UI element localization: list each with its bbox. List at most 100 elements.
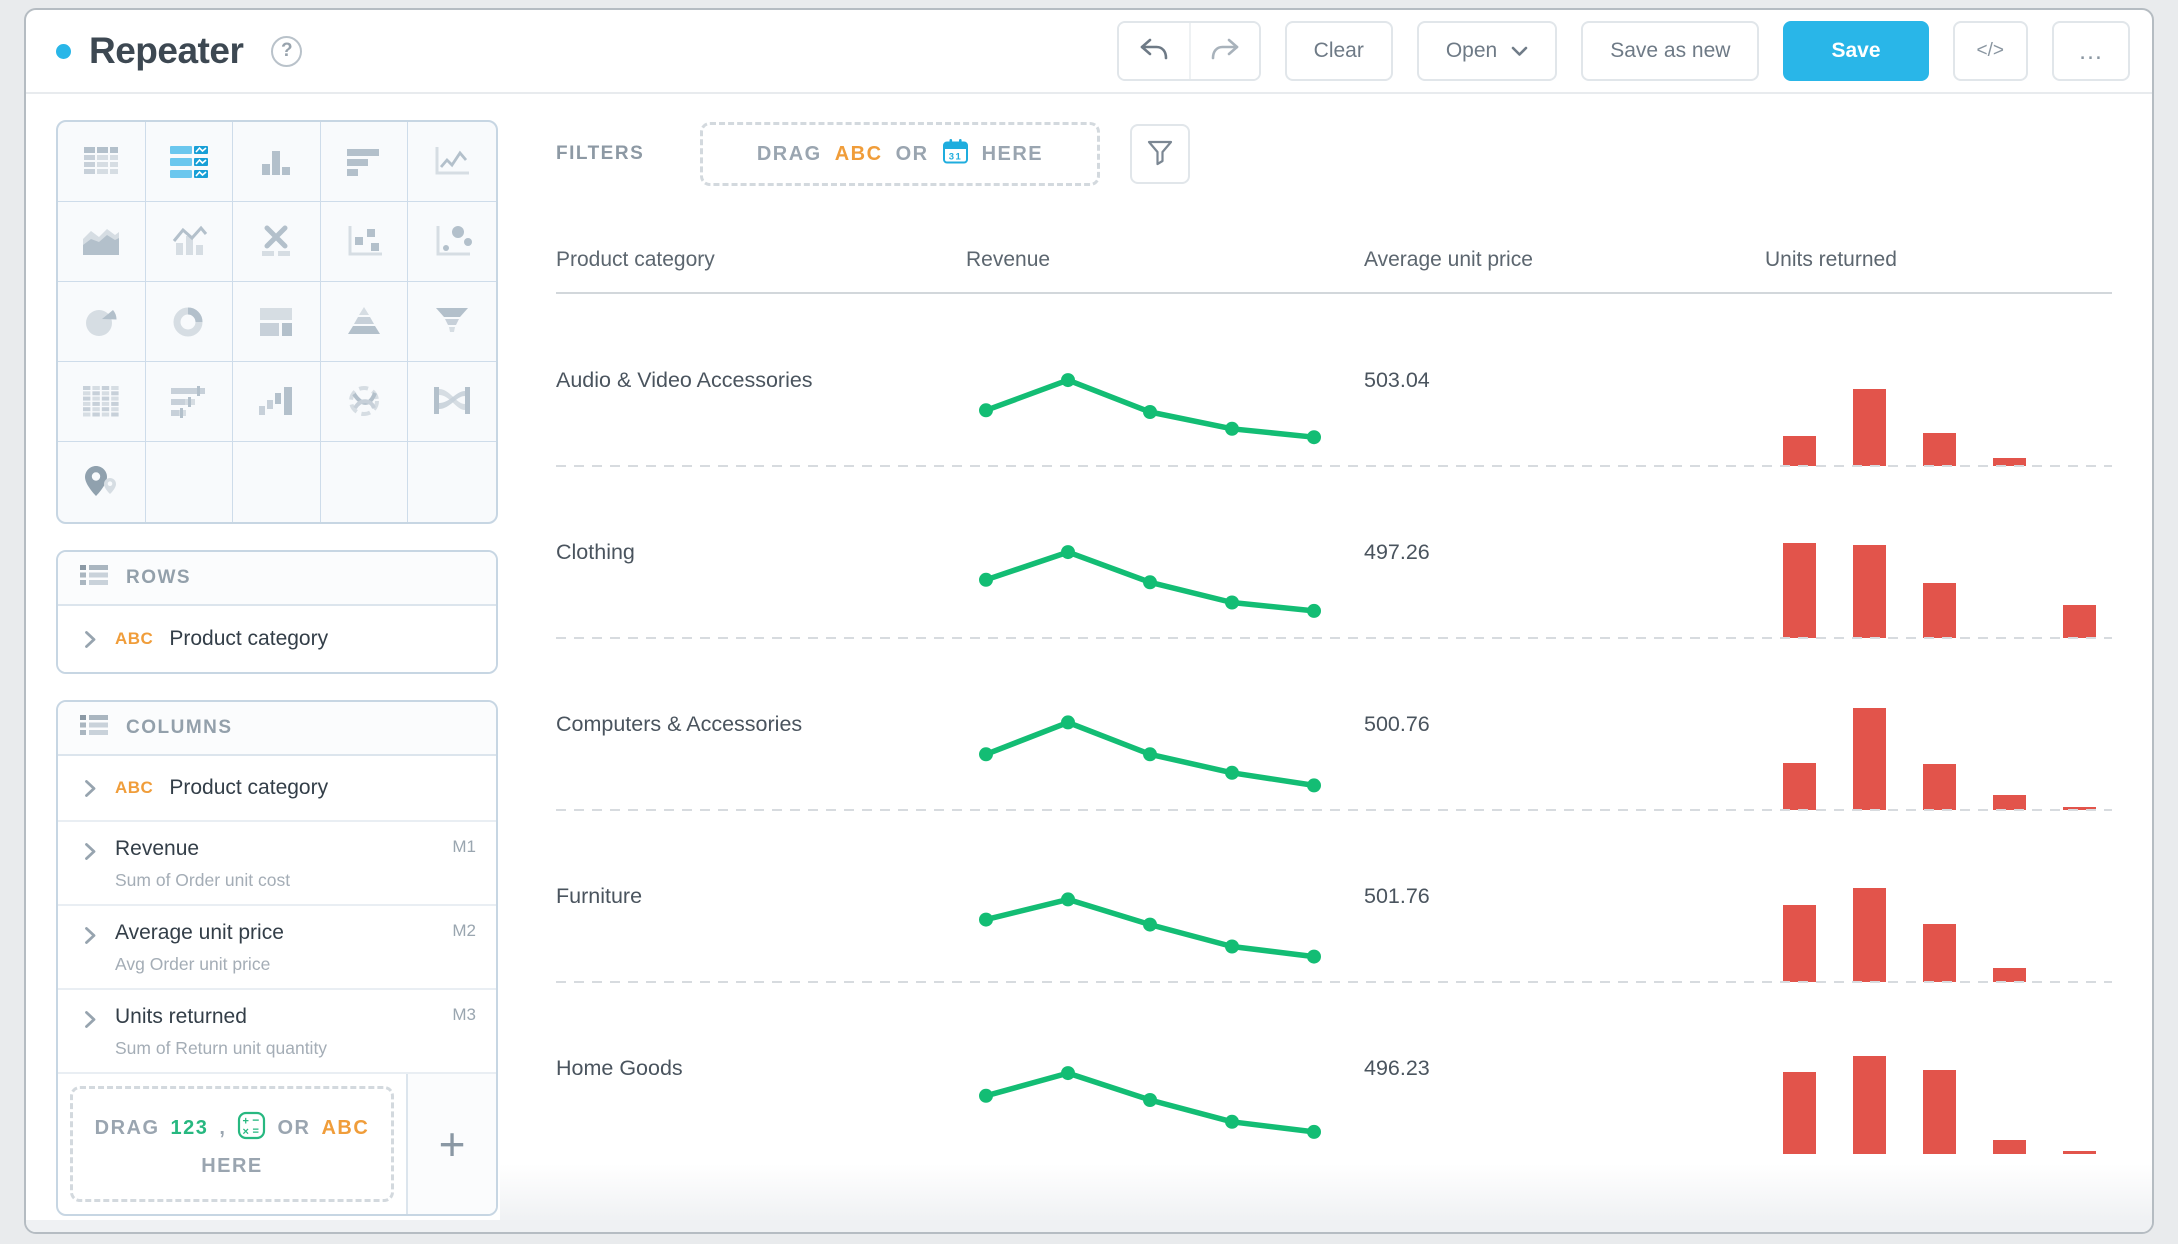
chart-type-pie-chart[interactable] (58, 282, 146, 362)
funnel-icon (430, 304, 474, 340)
avg-price-cell: 496.23 (1364, 1055, 1430, 1080)
line-sparkline-chart[interactable] (970, 1050, 1322, 1150)
status-dot-icon (56, 43, 71, 59)
add-metric-button[interactable]: + (406, 1074, 496, 1214)
chevron-right-icon (84, 926, 97, 945)
column-header: Revenue (966, 248, 1051, 271)
bar (1993, 968, 2026, 982)
chart-type-funnel[interactable] (408, 282, 496, 362)
chart-type-sankey[interactable] (408, 362, 496, 442)
table-row: Furniture 501.76 (556, 810, 2112, 983)
calendar-icon: 31 (942, 138, 969, 171)
units-returned-bar-chart[interactable] (1783, 354, 2096, 466)
units-returned-bar-chart[interactable] (1783, 1042, 2096, 1154)
line-sparkline-chart[interactable] (970, 362, 1322, 462)
clear-button[interactable]: Clear (1284, 21, 1393, 81)
filter-drop-zone[interactable]: DRAG ABC OR 31 HERE (700, 122, 1100, 186)
table-row: Home Goods 496.23 (556, 982, 2112, 1154)
waterfall-icon (254, 384, 298, 420)
chart-type-line-chart[interactable] (408, 122, 496, 202)
more-button[interactable]: … (2052, 21, 2130, 81)
repeater-icon (167, 144, 211, 180)
chart-type-crosstab[interactable] (233, 202, 321, 282)
filter-button[interactable] (1130, 124, 1190, 184)
bar (1783, 763, 1816, 810)
svg-text:=: = (253, 1125, 261, 1137)
column-header: Product category (556, 248, 715, 271)
table-icon (79, 144, 123, 180)
bar (2063, 605, 2096, 638)
rows-panel-header: ROWS (58, 552, 496, 606)
table-row: Computers & Accessories 500.76 (556, 638, 2112, 811)
units-returned-cell (1765, 294, 2112, 466)
drop-zone-text: HERE (981, 142, 1044, 165)
bar-chart-icon (254, 144, 298, 180)
code-button[interactable]: </> (1952, 21, 2028, 81)
chart-type-empty-cell (321, 442, 409, 522)
bar (1923, 583, 1956, 638)
toolbar: Clear Open Save as new Save </> … (1116, 21, 2130, 81)
chart-type-empty-cell (146, 442, 234, 522)
text-field-tag: ABC (321, 1116, 370, 1139)
undo-button[interactable] (1118, 23, 1189, 79)
revenue-sparkline-cell (966, 466, 1364, 638)
chart-type-scatter-plot[interactable] (320, 202, 409, 282)
bar (1923, 1070, 1956, 1154)
columns-panel: COLUMNS ABC Product category Revenue Sum of… (56, 700, 498, 1216)
metric-sublabel: Sum of Return unit quantity (115, 1038, 328, 1058)
line-sparkline-chart[interactable] (970, 534, 1322, 634)
chart-type-picker (56, 120, 498, 524)
metric-badge: M2 (452, 921, 476, 940)
chart-type-treemap[interactable] (233, 282, 321, 362)
columns-item-field[interactable]: ABC Product category (58, 756, 496, 822)
chart-type-waterfall[interactable] (233, 362, 321, 442)
line-sparkline-chart[interactable] (970, 878, 1322, 978)
units-returned-bar-chart[interactable] (1783, 870, 2096, 982)
chart-type-chord-diagram[interactable] (320, 362, 409, 442)
filters-bar: FILTERS DRAG ABC OR 31 HERE (556, 122, 2112, 186)
chart-type-donut-chart[interactable] (145, 282, 234, 362)
columns-item-metric[interactable]: Average unit price Avg Order unit price M2 (58, 906, 496, 990)
save-as-new-button[interactable]: Save as new (1581, 21, 1760, 81)
line-sparkline-chart[interactable] (970, 706, 1322, 806)
category-cell: Clothing (556, 539, 635, 564)
combo-chart-icon (167, 224, 211, 260)
bullet-chart-icon (167, 384, 211, 420)
chart-type-bubble-chart[interactable] (408, 202, 496, 282)
chart-type-pivot-table[interactable] (58, 362, 146, 442)
chart-type-horizontal-bar-chart[interactable] (320, 122, 409, 202)
units-returned-bar-chart[interactable] (1783, 698, 2096, 810)
rows-panel: ROWS ABC Product category (56, 550, 498, 674)
treemap-icon (254, 304, 298, 340)
pie-chart-icon (79, 304, 123, 340)
bar (1783, 905, 1816, 982)
rows-item-field[interactable]: ABC Product category (58, 606, 496, 672)
columns-drop-row: DRAG 123 , + − × = OR ABC HERE + (58, 1074, 496, 1214)
chart-type-bar-chart[interactable] (233, 122, 321, 202)
redo-button[interactable] (1188, 23, 1259, 79)
chart-type-bullet-chart[interactable] (145, 362, 234, 442)
save-button[interactable]: Save (1783, 21, 1929, 81)
chart-type-map[interactable] (58, 442, 146, 522)
chart-type-repeater[interactable] (145, 122, 234, 202)
units-returned-bar-chart[interactable] (1783, 526, 2096, 638)
donut-chart-icon (167, 304, 211, 340)
chart-type-pyramid[interactable] (320, 282, 409, 362)
columns-item-metric[interactable]: Revenue Sum of Order unit cost M1 (58, 822, 496, 906)
columns-item-metric[interactable]: Units returned Sum of Return unit quantit… (58, 990, 496, 1074)
category-cell: Home Goods (556, 1055, 683, 1080)
table-header-row: Product category Revenue Average unit pric… (556, 230, 2112, 294)
chart-type-table[interactable] (58, 122, 146, 202)
drop-zone-text: OR (277, 1116, 311, 1139)
metric-drop-zone[interactable]: DRAG 123 , + − × = OR ABC HERE (70, 1086, 394, 1202)
list-icon (80, 713, 108, 743)
chart-type-combo-chart[interactable] (145, 202, 234, 282)
drop-zone-text: OR (895, 142, 929, 165)
avg-price-cell: 503.04 (1364, 367, 1430, 392)
help-icon[interactable]: ? (271, 35, 303, 67)
bar (1993, 795, 2026, 810)
pivot-table-icon (79, 384, 123, 420)
chart-type-area-chart[interactable] (58, 202, 146, 282)
open-button[interactable]: Open (1416, 21, 1558, 81)
text-field-tag: ABC (834, 142, 883, 165)
